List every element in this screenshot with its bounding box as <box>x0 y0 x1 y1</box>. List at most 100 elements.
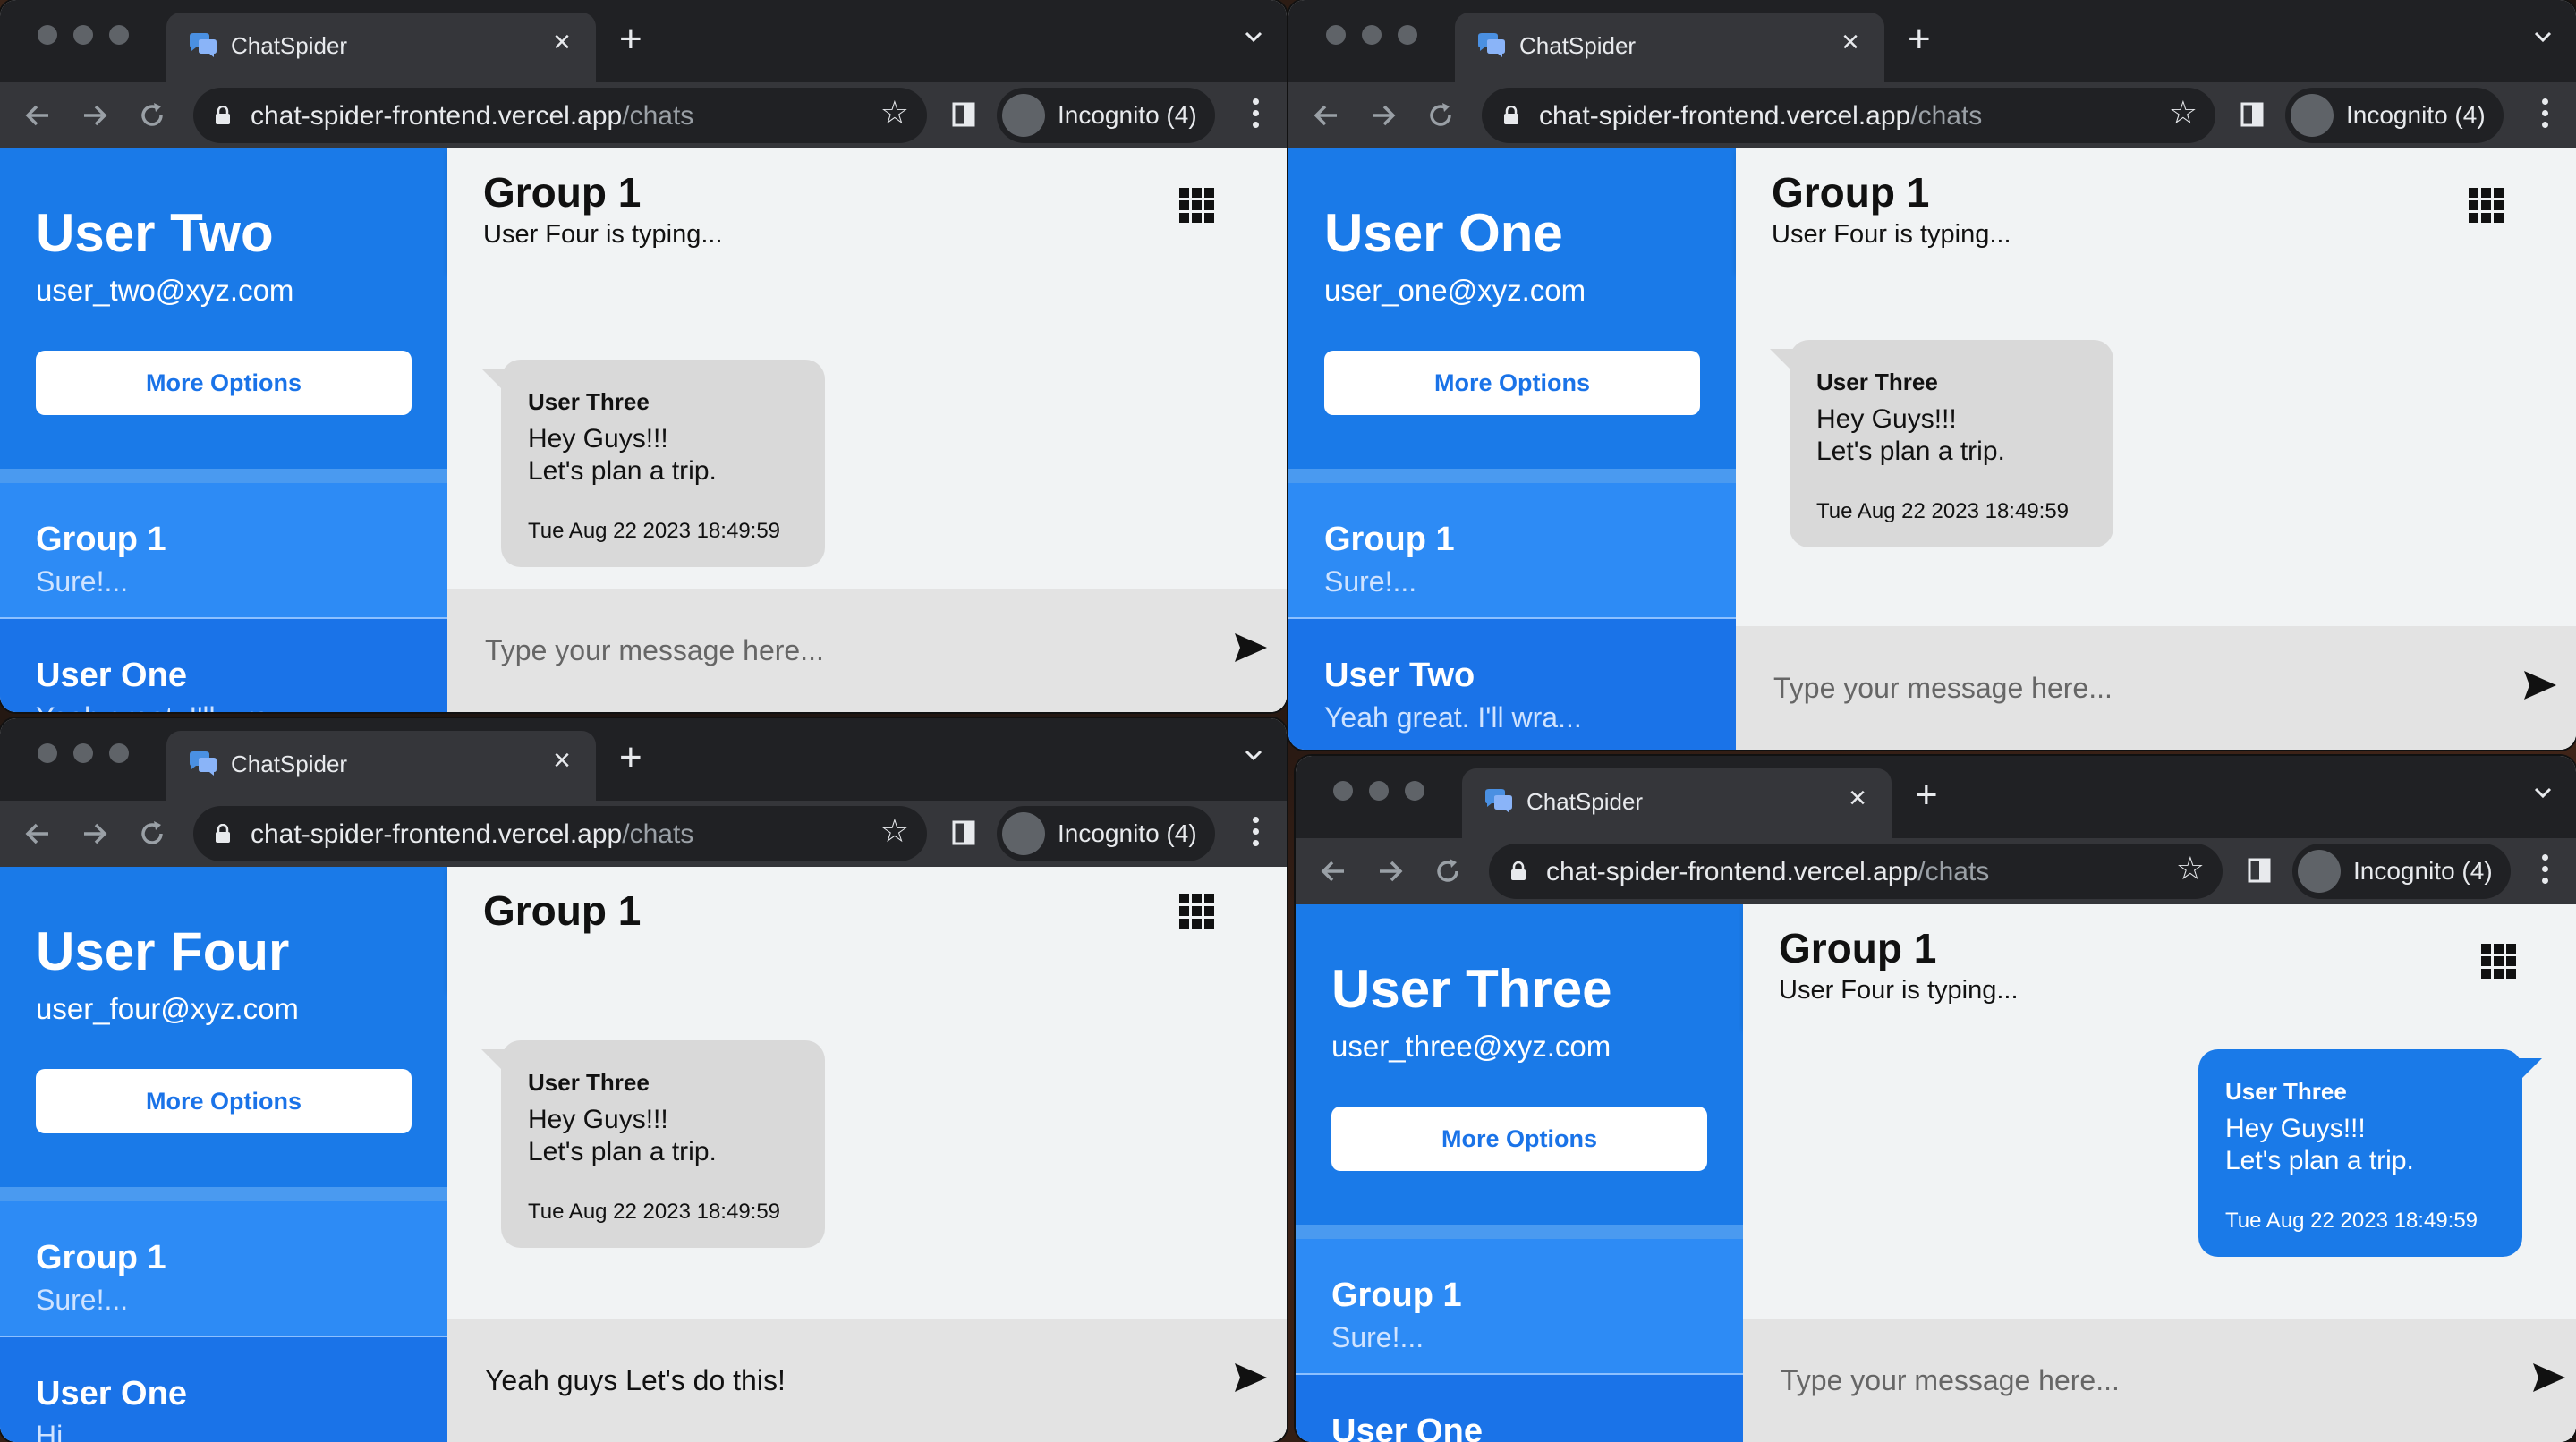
more-options-button[interactable]: More Options <box>36 351 412 415</box>
message-input[interactable] <box>1779 1354 2480 1406</box>
address-bar[interactable]: chat-spider-frontend.vercel.app/chats ☆ <box>1482 88 2215 143</box>
window-minimize-dot[interactable] <box>1362 25 1382 45</box>
sidebar: User Two user_two@xyz.com More Options G… <box>0 148 447 712</box>
browser-menu-icon[interactable] <box>1253 95 1260 134</box>
more-options-button[interactable]: More Options <box>1324 351 1700 415</box>
side-panel-icon[interactable] <box>952 102 975 127</box>
chat-last-message: Sure!... <box>36 1284 129 1316</box>
grid-menu-icon[interactable] <box>2469 188 2504 224</box>
app-content: User Three user_three@xyz.com More Optio… <box>1296 904 2576 1442</box>
window-zoom-dot[interactable] <box>109 743 129 763</box>
chevron-down-icon[interactable] <box>1244 745 1263 765</box>
window-close-dot[interactable] <box>38 743 57 763</box>
chat-list-item-user[interactable]: User One Hi... <box>0 1337 447 1442</box>
window-close-dot[interactable] <box>1326 25 1346 45</box>
reload-icon[interactable] <box>1424 98 1457 133</box>
browser-tab[interactable]: ChatSpider × <box>1462 768 1892 838</box>
message-timestamp: Tue Aug 22 2023 18:49:59 <box>2225 1209 2478 1233</box>
forward-arrow-icon[interactable] <box>1374 853 1407 889</box>
chat-list-item-user[interactable]: User One Yeah great. I'll wra... <box>0 619 447 712</box>
window-close-dot[interactable] <box>1333 781 1353 801</box>
new-tab-icon[interactable]: + <box>1908 20 1931 59</box>
browser-menu-icon[interactable] <box>2542 95 2549 134</box>
reload-icon[interactable] <box>1432 853 1464 889</box>
browser-menu-icon[interactable] <box>2542 851 2549 890</box>
tab-title: ChatSpider <box>231 32 348 59</box>
bookmark-star-icon[interactable]: ☆ <box>2176 852 2205 885</box>
chat-list-item-group-1[interactable]: Group 1 Sure!... <box>0 1201 447 1336</box>
send-icon[interactable] <box>1233 1361 1269 1394</box>
chevron-down-icon[interactable] <box>2533 783 2553 802</box>
incognito-profile-button[interactable]: Incognito (4) <box>997 88 1215 143</box>
window-minimize-dot[interactable] <box>73 743 93 763</box>
grid-menu-icon[interactable] <box>1179 894 1215 929</box>
address-bar[interactable]: chat-spider-frontend.vercel.app/chats ☆ <box>1489 844 2223 899</box>
chevron-down-icon[interactable] <box>2533 27 2553 47</box>
message-input[interactable] <box>483 1354 1185 1406</box>
browser-menu-icon[interactable] <box>1253 813 1260 852</box>
grid-menu-icon[interactable] <box>2481 944 2517 980</box>
bookmark-star-icon[interactable]: ☆ <box>880 97 909 129</box>
back-arrow-icon[interactable] <box>1310 98 1342 133</box>
new-tab-icon[interactable]: + <box>619 20 642 59</box>
message-input[interactable] <box>1772 662 2473 714</box>
address-bar[interactable]: chat-spider-frontend.vercel.app/chats ☆ <box>193 88 927 143</box>
chevron-down-icon[interactable] <box>1244 27 1263 47</box>
forward-arrow-icon[interactable] <box>79 816 111 852</box>
close-tab-icon[interactable]: × <box>1841 27 1859 57</box>
more-options-button[interactable]: More Options <box>1331 1107 1707 1171</box>
window-zoom-dot[interactable] <box>1405 781 1424 801</box>
incognito-profile-button[interactable]: Incognito (4) <box>2292 844 2511 899</box>
window-minimize-dot[interactable] <box>73 25 93 45</box>
send-icon[interactable] <box>2522 669 2558 701</box>
close-tab-icon[interactable]: × <box>553 745 571 776</box>
close-tab-icon[interactable]: × <box>553 27 571 57</box>
bookmark-star-icon[interactable]: ☆ <box>2169 97 2198 129</box>
back-arrow-icon[interactable] <box>21 816 54 852</box>
incognito-profile-button[interactable]: Incognito (4) <box>997 806 1215 861</box>
more-options-button[interactable]: More Options <box>36 1069 412 1133</box>
send-icon[interactable] <box>2531 1361 2567 1394</box>
grid-menu-icon[interactable] <box>1179 188 1215 224</box>
forward-arrow-icon[interactable] <box>79 98 111 133</box>
side-panel-icon[interactable] <box>2248 858 2271 883</box>
chat-name: User One <box>1331 1412 1483 1442</box>
window-minimize-dot[interactable] <box>1369 781 1389 801</box>
side-panel-icon[interactable] <box>952 820 975 845</box>
bookmark-star-icon[interactable]: ☆ <box>880 815 909 847</box>
reload-icon[interactable] <box>136 98 168 133</box>
message-bubble: User Three Hey Guys!!! Let's plan a trip… <box>1770 340 2113 547</box>
address-bar[interactable]: chat-spider-frontend.vercel.app/chats ☆ <box>193 806 927 861</box>
chat-list-item-group-1[interactable]: Group 1 Sure!... <box>0 483 447 617</box>
message-bubble: User Three Hey Guys!!! Let's plan a trip… <box>481 360 825 567</box>
forward-arrow-icon[interactable] <box>1367 98 1399 133</box>
new-tab-icon[interactable]: + <box>1915 776 1938 815</box>
send-icon[interactable] <box>1233 632 1269 664</box>
message-text-line: Hey Guys!!! <box>2225 1114 2366 1143</box>
back-arrow-icon[interactable] <box>1317 853 1349 889</box>
chat-list-item-user[interactable]: User Two Yeah great. I'll wra... <box>1288 619 1736 750</box>
current-user-name: User Three <box>1331 959 1612 1019</box>
sidebar: User Four user_four@xyz.com More Options… <box>0 867 447 1442</box>
new-tab-icon[interactable]: + <box>619 738 642 777</box>
window-zoom-dot[interactable] <box>109 25 129 45</box>
browser-toolbar: chat-spider-frontend.vercel.app/chats ☆ … <box>1296 838 2576 904</box>
window-zoom-dot[interactable] <box>1398 25 1417 45</box>
browser-tab[interactable]: ChatSpider × <box>1455 13 1884 82</box>
reload-icon[interactable] <box>136 816 168 852</box>
incognito-profile-button[interactable]: Incognito (4) <box>2285 88 2504 143</box>
browser-tab[interactable]: ChatSpider × <box>166 13 596 82</box>
own-message-bubble: User Three Hey Guys!!! Let's plan a trip… <box>2198 1049 2542 1257</box>
chat-list-item-user[interactable]: User One <box>1296 1375 1743 1442</box>
window-close-dot[interactable] <box>38 25 57 45</box>
close-tab-icon[interactable]: × <box>1849 783 1866 813</box>
chat-bubbles-icon <box>190 33 217 57</box>
chat-list-item-group-1[interactable]: Group 1 Sure!... <box>1296 1239 1743 1373</box>
message-input[interactable] <box>483 624 1185 676</box>
chat-list-item-group-1[interactable]: Group 1 Sure!... <box>1288 483 1736 617</box>
browser-tab[interactable]: ChatSpider × <box>166 731 596 801</box>
side-panel-icon[interactable] <box>2240 102 2264 127</box>
back-arrow-icon[interactable] <box>21 98 54 133</box>
url-text: chat-spider-frontend.vercel.app/chats <box>251 101 694 131</box>
chat-header: Group 1 <box>447 867 1287 990</box>
